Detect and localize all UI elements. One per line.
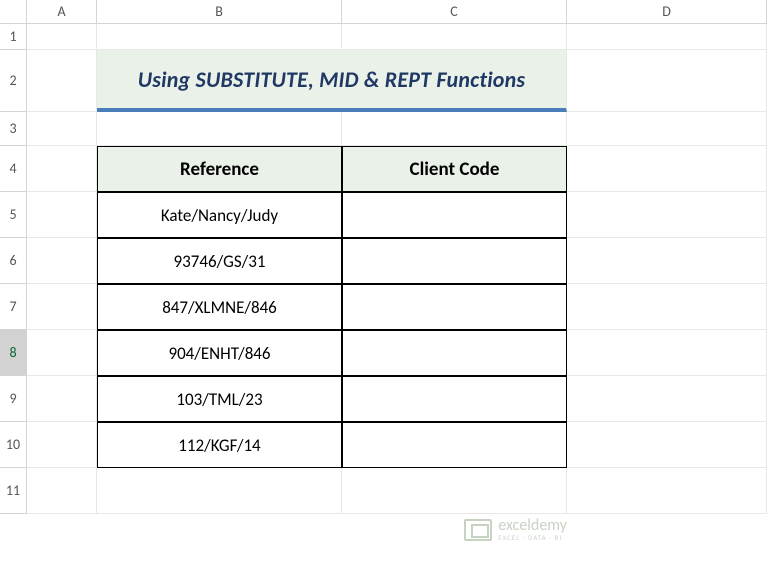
table-row[interactable]: 103/TML/23 [97, 376, 342, 422]
cell-d8[interactable] [567, 330, 767, 376]
cell-a5[interactable] [27, 192, 97, 238]
cell-d1[interactable] [567, 24, 767, 50]
col-header-b[interactable]: B [97, 0, 342, 24]
row-header-2[interactable]: 2 [0, 50, 27, 112]
table-row[interactable]: Kate/Nancy/Judy [97, 192, 342, 238]
table-row[interactable]: 847/XLMNE/846 [97, 284, 342, 330]
cell-d4[interactable] [567, 146, 767, 192]
col-header-c[interactable]: C [342, 0, 567, 24]
col-header-a[interactable]: A [27, 0, 97, 24]
table-row[interactable] [342, 330, 567, 376]
cell-d7[interactable] [567, 284, 767, 330]
watermark: exceldemy EXCEL · DATA · BI [464, 518, 567, 541]
table-row[interactable] [342, 238, 567, 284]
row-header-7[interactable]: 7 [0, 284, 27, 330]
table-row[interactable] [342, 422, 567, 468]
row-header-11[interactable]: 11 [0, 468, 27, 514]
cell-b3[interactable] [97, 112, 342, 146]
table-row[interactable]: 112/KGF/14 [97, 422, 342, 468]
row-header-9[interactable]: 9 [0, 376, 27, 422]
cell-a3[interactable] [27, 112, 97, 146]
cell-b11[interactable] [97, 468, 342, 514]
select-all-corner[interactable] [0, 0, 27, 24]
cell-d3[interactable] [567, 112, 767, 146]
cell-a1[interactable] [27, 24, 97, 50]
cell-d2[interactable] [567, 50, 767, 112]
table-row[interactable] [342, 284, 567, 330]
table-row[interactable]: 904/ENHT/846 [97, 330, 342, 376]
cell-d9[interactable] [567, 376, 767, 422]
row-header-3[interactable]: 3 [0, 112, 27, 146]
exceldemy-icon [464, 519, 492, 541]
page-title: Using SUBSTITUTE, MID & REPT Functions [97, 50, 567, 112]
cell-d6[interactable] [567, 238, 767, 284]
cell-a9[interactable] [27, 376, 97, 422]
cell-c11[interactable] [342, 468, 567, 514]
cell-c1[interactable] [342, 24, 567, 50]
spreadsheet-grid: A B C D 1 2 Using SUBSTITUTE, MID & REPT… [0, 0, 767, 514]
cell-d11[interactable] [567, 468, 767, 514]
row-header-6[interactable]: 6 [0, 238, 27, 284]
table-header-clientcode: Client Code [342, 146, 567, 192]
watermark-main: exceldemy [498, 518, 567, 534]
row-header-1[interactable]: 1 [0, 24, 27, 50]
cell-a7[interactable] [27, 284, 97, 330]
table-row[interactable] [342, 192, 567, 238]
table-row[interactable] [342, 376, 567, 422]
row-header-5[interactable]: 5 [0, 192, 27, 238]
cell-a6[interactable] [27, 238, 97, 284]
cell-a8[interactable] [27, 330, 97, 376]
cell-a10[interactable] [27, 422, 97, 468]
table-header-reference: Reference [97, 146, 342, 192]
col-header-d[interactable]: D [567, 0, 767, 24]
cell-b1[interactable] [97, 24, 342, 50]
cell-a4[interactable] [27, 146, 97, 192]
row-header-8[interactable]: 8 [0, 330, 27, 376]
watermark-sub: EXCEL · DATA · BI [498, 534, 567, 541]
cell-a11[interactable] [27, 468, 97, 514]
cell-a2[interactable] [27, 50, 97, 112]
row-header-4[interactable]: 4 [0, 146, 27, 192]
cell-d5[interactable] [567, 192, 767, 238]
watermark-text: exceldemy EXCEL · DATA · BI [498, 518, 567, 541]
table-row[interactable]: 93746/GS/31 [97, 238, 342, 284]
cell-c3[interactable] [342, 112, 567, 146]
cell-d10[interactable] [567, 422, 767, 468]
row-header-10[interactable]: 10 [0, 422, 27, 468]
